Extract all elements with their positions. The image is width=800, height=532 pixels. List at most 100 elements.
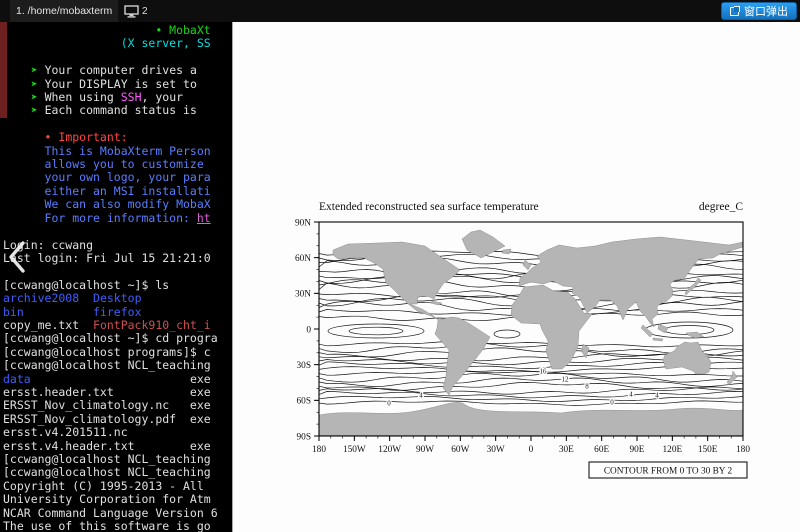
- contour-line-closed: [349, 327, 403, 335]
- contour-value-label: 16: [540, 368, 548, 376]
- y-tick-label: 90N: [295, 218, 311, 228]
- terminal-tab[interactable]: 1. /home/mobaxterm: [10, 0, 118, 22]
- terminal-line: ersst.header.txt exe: [3, 386, 232, 399]
- terminal-line: (X server, SS: [3, 37, 232, 50]
- terminal-line: • Important:: [3, 131, 232, 144]
- x-tick-label: 60E: [594, 445, 609, 455]
- terminal-line: ersst.v4.header.txt exe: [3, 440, 232, 453]
- terminal-line: • MobaXt: [3, 24, 232, 37]
- terminal-line: ➤ When using SSH, your: [3, 91, 232, 104]
- back-arrow-overlay[interactable]: [5, 239, 29, 275]
- x-tick-label: 90W: [416, 445, 434, 455]
- terminal-line: [ccwang@localhost ~]$ ls: [3, 279, 232, 292]
- contour-line-closed: [328, 324, 424, 338]
- y-tick-label: 60N: [295, 254, 311, 264]
- landmass-australia: [663, 342, 711, 374]
- terminal-line: The use of this software is go: [3, 520, 232, 532]
- landmass-antarctica: [319, 402, 743, 435]
- terminal-line: [3, 118, 232, 131]
- x-tick-label: 60W: [451, 445, 469, 455]
- landmass-new-zealand: [727, 371, 737, 385]
- x-tick-label: 150W: [343, 445, 366, 455]
- x-tick-label: 120E: [663, 445, 683, 455]
- terminal-line: NCAR Command Language Version 6: [3, 507, 232, 520]
- terminal-line: [ccwang@localhost ~]$ cd progra: [3, 332, 232, 345]
- popout-button-label: 窗口弹出: [744, 3, 788, 19]
- contour-line-closed: [494, 330, 520, 338]
- contour-line: [319, 396, 743, 401]
- plot-units-label: degree_C: [699, 201, 743, 213]
- monitor-icon: [124, 5, 139, 18]
- terminal-line: University Corporation for Atm: [3, 493, 232, 506]
- contour-line: [319, 401, 743, 406]
- landmass-britain: [523, 260, 531, 270]
- landmass-iceland: [502, 249, 511, 254]
- terminal-line: [ccwang@localhost NCL_teaching: [3, 359, 232, 372]
- terminal-line: [ccwang@localhost NCL_teaching: [3, 466, 232, 479]
- landmass-new-guinea: [686, 332, 704, 338]
- landmass-north-america: [333, 242, 460, 320]
- contour-value-label: 12: [562, 376, 570, 384]
- y-tick-label: 0: [306, 325, 311, 335]
- plot-window: 180150W120W90W60W30W030E60E90E120E150E18…: [232, 22, 800, 532]
- terminal-line: either an MSI installati: [3, 185, 232, 198]
- monitor-count: 2: [142, 6, 148, 17]
- monitor-tab[interactable]: 2: [124, 0, 148, 22]
- title-bar: 1. /home/mobaxterm 2 窗口弹出: [0, 0, 800, 22]
- terminal-line: ➤ Your DISPLAY is set to: [3, 78, 232, 91]
- contour-info-text: CONTOUR FROM 0 TO 30 BY 2: [604, 467, 733, 477]
- contour-value-label: 0: [387, 400, 391, 408]
- terminal-line: copy_me.txt FontPack910_cht_i: [3, 319, 232, 332]
- popout-window-icon: [730, 7, 739, 16]
- contour-value-label: 8: [585, 383, 589, 391]
- landmass-south-america: [435, 317, 490, 395]
- terminal-line: Login: ccwang: [3, 239, 232, 252]
- terminal-line: bin firefox: [3, 306, 232, 319]
- y-tick-label: 30S: [297, 361, 311, 371]
- terminal-line: data exe: [3, 373, 232, 386]
- terminal-line: We can also modify MobaX: [3, 198, 232, 211]
- terminal-line: [3, 225, 232, 238]
- landmass-java: [653, 338, 663, 341]
- terminal-line: [3, 51, 232, 64]
- x-tick-label: 0: [529, 445, 534, 455]
- terminal-line: ersst.v4.201511.nc: [3, 426, 232, 439]
- x-tick-label: 180: [736, 445, 750, 455]
- terminal-line: This is MobaXterm Person: [3, 145, 232, 158]
- terminal-line: [3, 265, 232, 278]
- terminal-line: archive2008 Desktop: [3, 292, 232, 305]
- y-tick-label: 30N: [295, 290, 311, 300]
- plot-title: Extended reconstructed sea surface tempe…: [319, 201, 539, 213]
- terminal-line: ERSST_Nov_climatology.nc exe: [3, 399, 232, 412]
- x-tick-label: 30W: [487, 445, 505, 455]
- terminal-line: For more information: ht: [3, 212, 232, 225]
- terminal-line: ERSST_Nov_climatology.pdf exe: [3, 413, 232, 426]
- y-tick-label: 60S: [297, 397, 311, 407]
- terminal-line: [ccwang@localhost programs]$ c: [3, 346, 232, 359]
- y-tick-label: 90S: [297, 432, 311, 442]
- x-tick-label: 30E: [559, 445, 574, 455]
- landmass-greenland: [462, 230, 505, 258]
- sst-contour-plot: 180150W120W90W60W30W030E60E90E120E150E18…: [281, 190, 771, 500]
- terminal-line: ➤ Each command status is: [3, 104, 232, 117]
- x-tick-label: 90E: [630, 445, 645, 455]
- chevron-left-icon: [5, 239, 29, 275]
- continents-layer: [319, 230, 743, 436]
- terminal-tab-label: 1. /home/mobaxterm: [16, 5, 112, 17]
- terminal-line: allows you to customize: [3, 158, 232, 171]
- terminal-line: ➤ Your computer drives a: [3, 64, 232, 77]
- terminal-line: Copyright (C) 1995-2013 - All: [3, 480, 232, 493]
- x-tick-label: 180: [312, 445, 326, 455]
- terminal-line: your own logo, your para: [3, 171, 232, 184]
- contour-value-label: 0: [610, 399, 614, 407]
- contour-value-label: 4: [419, 392, 423, 400]
- terminal[interactable]: • MobaXt (X server, SS ➤ Your computer d…: [0, 22, 232, 532]
- terminal-line: [ccwang@localhost NCL_teaching: [3, 453, 232, 466]
- contour-info-box: CONTOUR FROM 0 TO 30 BY 2: [589, 462, 747, 478]
- terminal-line: Last login: Fri Jul 15 21:21:0: [3, 252, 232, 265]
- x-tick-label: 120W: [378, 445, 401, 455]
- popout-button[interactable]: 窗口弹出: [721, 2, 797, 20]
- contour-value-label: 4: [629, 391, 633, 399]
- landmass-sumatra: [641, 325, 653, 337]
- contour-value-label: 4: [655, 392, 659, 400]
